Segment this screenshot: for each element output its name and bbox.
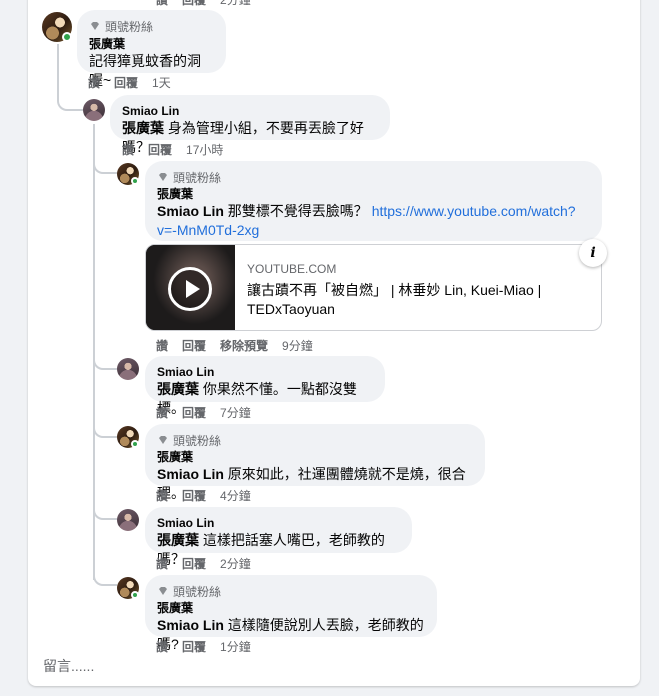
- like-button[interactable]: 讚: [156, 487, 168, 504]
- thread-line: [93, 160, 117, 174]
- like-button[interactable]: 讚: [156, 0, 168, 8]
- comment-time[interactable]: 7分鐘: [220, 404, 251, 421]
- comment-actions: 讚 回覆 1天: [88, 74, 185, 91]
- comment-bubble: Smiao Lin 張廣葉 你果然不懂。一點都沒雙標。: [145, 356, 385, 416]
- mention-link[interactable]: Smiao Lin: [157, 203, 224, 219]
- reply-button[interactable]: 回覆: [182, 337, 206, 354]
- comment-time[interactable]: 1天: [152, 74, 171, 91]
- diamond-icon: [159, 173, 167, 181]
- comment-bubble: 頭號粉絲 張廣葉 記得獐覓蚊香的洞喔~: [77, 10, 226, 88]
- top-fan-badge: 頭號粉絲: [89, 18, 214, 34]
- comment-actions: 讚 回覆 2分鐘: [156, 555, 265, 572]
- comment-time[interactable]: 17小時: [186, 141, 223, 158]
- avatar[interactable]: [117, 509, 139, 531]
- online-indicator: [131, 591, 139, 599]
- mention-link[interactable]: Smiao Lin: [157, 617, 224, 633]
- like-button[interactable]: 讚: [122, 141, 134, 158]
- info-icon[interactable]: i: [579, 239, 607, 267]
- thread-line: [93, 356, 117, 370]
- comment-actions: 讚 回覆 1分鐘: [156, 638, 265, 655]
- comment-body: 那雙標不覺得丟臉嗎？: [227, 203, 368, 219]
- comment-author[interactable]: Smiao Lin: [157, 364, 373, 380]
- comment-time[interactable]: 4分鐘: [220, 487, 251, 504]
- comment-bubble: Smiao Lin 張廣葉 身為管理小組，不要再丟臉了好嗎？: [110, 95, 390, 155]
- reply-button[interactable]: 回覆: [182, 555, 206, 572]
- comment-actions: 讚 回覆 移除預覽 9分鐘: [156, 337, 327, 354]
- comment-text: Smiao Lin 那雙標不覺得丟臉嗎？ https://www.youtube…: [157, 202, 590, 240]
- link-preview-card[interactable]: YOUTUBE.COM 讓古蹟不再「被自燃」 | 林垂妙 Lin, Kuei-M…: [145, 244, 602, 331]
- like-button[interactable]: 讚: [88, 74, 100, 91]
- like-button[interactable]: 讚: [156, 337, 168, 354]
- video-thumbnail[interactable]: [146, 245, 235, 330]
- avatar[interactable]: [117, 358, 139, 380]
- badge-label: 頭號粉絲: [173, 584, 222, 599]
- comment-bubble: 頭號粉絲 張廣葉 Smiao Lin 這樣隨便說別人丟臉，老師教的嗎?: [145, 575, 437, 652]
- comment-bubble: 頭號粉絲 張廣葉 Smiao Lin 原來如此，社運團體燒就不是燒，很合理。: [145, 424, 485, 501]
- comment-author[interactable]: Smiao Lin: [122, 103, 378, 119]
- comment-author[interactable]: 張廣葉: [157, 449, 473, 465]
- remove-preview-button[interactable]: 移除預覽: [220, 337, 268, 354]
- reply-button[interactable]: 回覆: [114, 74, 138, 91]
- diamond-icon: [159, 587, 167, 595]
- mention-link[interactable]: 張廣葉: [157, 532, 199, 548]
- diamond-icon: [91, 22, 99, 30]
- comment-actions: 讚 回覆 17小時: [122, 141, 237, 158]
- badge-label: 頭號粉絲: [173, 433, 222, 448]
- comment-input[interactable]: 留言......: [43, 656, 94, 676]
- comment-actions: 讚 回覆 7分鐘: [156, 404, 265, 421]
- preview-domain: YOUTUBE.COM: [247, 262, 337, 276]
- thread-line: [93, 570, 117, 586]
- mention-link[interactable]: Smiao Lin: [157, 466, 224, 482]
- comment-author[interactable]: 張廣葉: [89, 36, 214, 52]
- reply-button[interactable]: 回覆: [182, 0, 206, 8]
- like-button[interactable]: 讚: [156, 555, 168, 572]
- comment-time[interactable]: 1分鐘: [220, 638, 251, 655]
- online-indicator: [131, 177, 139, 185]
- comment-time[interactable]: 2分鐘: [220, 555, 251, 572]
- comment-bubble: Smiao Lin 張廣葉 這樣把話塞人嘴巴，老師教的嗎？: [145, 507, 412, 567]
- reply-button[interactable]: 回覆: [182, 638, 206, 655]
- comment-author[interactable]: Smiao Lin: [157, 515, 400, 531]
- comment-actions: 讚 回覆 2分鐘: [156, 0, 265, 8]
- thread-line: [93, 506, 117, 520]
- reply-button[interactable]: 回覆: [182, 487, 206, 504]
- online-indicator: [62, 32, 72, 42]
- mention-link[interactable]: 張廣葉: [122, 120, 164, 136]
- thread-line: [93, 424, 117, 438]
- top-fan-badge: 頭號粉絲: [157, 169, 590, 185]
- online-indicator: [131, 440, 139, 448]
- like-button[interactable]: 讚: [156, 638, 168, 655]
- play-icon[interactable]: [168, 267, 212, 311]
- top-fan-badge: 頭號粉絲: [157, 432, 473, 448]
- like-button[interactable]: 讚: [156, 404, 168, 421]
- comment-actions: 讚 回覆 4分鐘: [156, 487, 265, 504]
- comment-time[interactable]: 2分鐘: [220, 0, 251, 8]
- top-fan-badge: 頭號粉絲: [157, 583, 425, 599]
- comment-author[interactable]: 張廣葉: [157, 600, 425, 616]
- comment-author[interactable]: 張廣葉: [157, 186, 590, 202]
- reply-button[interactable]: 回覆: [148, 141, 172, 158]
- badge-label: 頭號粉絲: [105, 19, 154, 34]
- diamond-icon: [159, 436, 167, 444]
- badge-label: 頭號粉絲: [173, 170, 222, 185]
- reply-button[interactable]: 回覆: [182, 404, 206, 421]
- preview-title[interactable]: 讓古蹟不再「被自燃」 | 林垂妙 Lin, Kuei-Miao | TEDxTa…: [247, 281, 587, 319]
- avatar[interactable]: [83, 99, 105, 121]
- mention-link[interactable]: 張廣葉: [157, 381, 199, 397]
- comment-time[interactable]: 9分鐘: [282, 337, 313, 354]
- comment-bubble: 頭號粉絲 張廣葉 Smiao Lin 那雙標不覺得丟臉嗎？ https://ww…: [145, 161, 602, 241]
